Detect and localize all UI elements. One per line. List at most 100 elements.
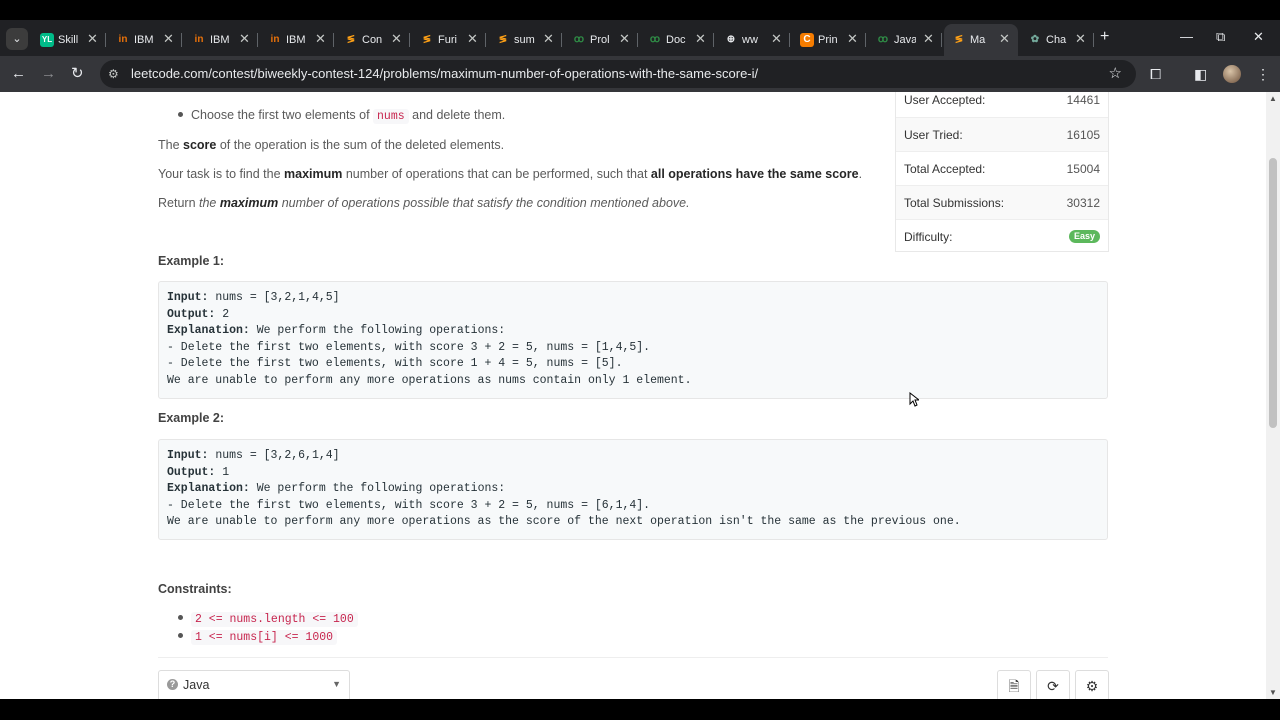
browser-tab[interactable]: ≶ Furi ✕ — [412, 24, 486, 56]
tab-title: Prin — [818, 34, 838, 46]
tab-close-icon[interactable]: ✕ — [847, 32, 858, 46]
browser-tab[interactable]: in IBM ✕ — [184, 24, 258, 56]
chevron-down-icon: ⌄ — [12, 33, 22, 45]
scroll-down-icon[interactable]: ▼ — [1269, 688, 1277, 697]
page-scrollbar[interactable]: ▲ ▼ — [1266, 92, 1280, 699]
tab-favicon-icon: ✿ — [1030, 34, 1040, 45]
task-paragraph: Your task is to find the maximum number … — [158, 167, 863, 181]
browser-tab[interactable]: ꝏ Prol ✕ — [564, 24, 638, 56]
stat-row-user-tried: User Tried: 16105 — [896, 117, 1108, 152]
tab-separator — [409, 33, 410, 47]
settings-icon: ⚙ — [1085, 678, 1099, 694]
tab-close-icon[interactable]: ✕ — [315, 32, 326, 46]
tab-separator — [181, 33, 182, 47]
maximize-button[interactable]: ⧉ — [1216, 28, 1225, 46]
example-1-input: Input: nums = [3,2,1,4,5] — [167, 291, 340, 304]
tab-close-icon[interactable]: ✕ — [543, 32, 554, 46]
file-button[interactable]: 🗎 — [997, 670, 1031, 699]
example-1-output: Output: 2 — [167, 308, 230, 321]
language-select[interactable]: ? Java ▼ — [158, 670, 350, 699]
tab-title: IBM — [210, 34, 230, 46]
tab-bar: ⌄ YL Skill ✕ in IBM ✕ in IBM ✕ in IBM ✕ ≶ Con ✕ ≶ Furi ✕ ≶… — [0, 20, 1280, 56]
tab-close-icon[interactable]: ✕ — [999, 32, 1010, 46]
inline-code-nums: nums — [373, 109, 409, 124]
tab-title: Furi — [438, 34, 457, 46]
arrow-left-icon: ← — [11, 65, 26, 82]
minimize-button[interactable]: — — [1180, 28, 1193, 46]
tab-favicon-icon: ≶ — [422, 34, 432, 45]
tab-title: Ma — [970, 34, 986, 46]
reload-button[interactable]: ↻ — [71, 65, 84, 83]
browser-tab[interactable]: ꝏ Java ✕ — [868, 24, 942, 56]
browser-tab[interactable]: ≶ Ma ✕ — [944, 24, 1018, 56]
browser-tab[interactable]: in IBM ✕ — [108, 24, 182, 56]
problem-stats-panel: User Accepted: 14461 User Tried: 16105 Tot… — [895, 92, 1109, 252]
constraint-item: 2 <= nums.length <= 100 — [191, 610, 358, 628]
example-1-explanation: Explanation: We perform the following op… — [167, 324, 506, 337]
tab-title: IBM — [134, 34, 154, 46]
browser-tab[interactable]: ⊕ ww ✕ — [716, 24, 790, 56]
more-menu-icon[interactable]: ⋮ — [1256, 65, 1270, 83]
tab-favicon-icon: YL — [40, 33, 54, 47]
profile-avatar[interactable] — [1223, 65, 1241, 83]
scroll-up-icon[interactable]: ▲ — [1269, 94, 1277, 103]
divider — [158, 657, 1108, 658]
tab-close-icon[interactable]: ✕ — [239, 32, 250, 46]
extensions-icon[interactable]: ⧠ — [1150, 65, 1161, 83]
tab-title: IBM — [286, 34, 306, 46]
tab-favicon-icon: in — [270, 34, 280, 45]
browser-tab[interactable]: ≶ sum ✕ — [488, 24, 562, 56]
tab-favicon-icon: C — [800, 33, 814, 47]
tab-title: Doc — [666, 34, 686, 46]
window-close-button[interactable]: ✕ — [1253, 28, 1264, 46]
tab-close-icon[interactable]: ✕ — [923, 32, 934, 46]
tab-favicon-icon: ꝏ — [877, 34, 889, 45]
new-tab-button[interactable]: + — [1100, 28, 1109, 46]
help-icon[interactable]: ? — [167, 679, 178, 690]
arrow-right-icon: → — [41, 65, 56, 82]
tab-close-icon[interactable]: ✕ — [695, 32, 706, 46]
reset-code-button[interactable]: ⟳ — [1036, 670, 1070, 699]
site-info-icon[interactable]: ⚙ — [108, 66, 119, 82]
browser-tab[interactable]: ≶ Con ✕ — [336, 24, 410, 56]
tab-separator — [865, 33, 866, 47]
tab-close-icon[interactable]: ✕ — [87, 32, 98, 46]
constraint-item: 1 <= nums[i] <= 1000 — [191, 628, 338, 646]
forward-button[interactable]: → — [41, 65, 56, 83]
browser-tab[interactable]: ꝏ Doc ✕ — [640, 24, 714, 56]
stat-row-user-accepted: User Accepted: 14461 — [904, 93, 1100, 107]
browser-toolbar: ← → ↻ ⚙ leetcode.com/contest/biweekly-co… — [0, 56, 1280, 92]
side-panel-icon[interactable]: ◧ — [1194, 65, 1207, 83]
tab-favicon-icon: in — [118, 34, 128, 45]
editor-settings-button[interactable]: ⚙ — [1075, 670, 1109, 699]
tab-close-icon[interactable]: ✕ — [467, 32, 478, 46]
tab-separator — [333, 33, 334, 47]
bookmark-star-icon[interactable]: ☆ — [1109, 65, 1122, 83]
scrollbar-thumb[interactable] — [1269, 158, 1277, 428]
url-text[interactable]: leetcode.com/contest/biweekly-contest-12… — [131, 66, 758, 82]
browser-tab[interactable]: ✿ Cha ✕ — [1020, 24, 1094, 56]
tab-close-icon[interactable]: ✕ — [1075, 32, 1086, 46]
example-2-block: Input: nums = [3,2,6,1,4] Output: 1 Expl… — [158, 439, 1108, 540]
tab-close-icon[interactable]: ✕ — [771, 32, 782, 46]
bullet-dot — [178, 615, 183, 620]
tab-title: Java — [894, 34, 916, 46]
tab-close-icon[interactable]: ✕ — [391, 32, 402, 46]
reset-icon: ⟳ — [1047, 678, 1059, 694]
tab-separator — [713, 33, 714, 47]
browser-tab[interactable]: YL Skill ✕ — [32, 24, 106, 56]
tab-title: ww — [742, 34, 758, 46]
tab-close-icon[interactable]: ✕ — [619, 32, 630, 46]
stat-row-total-accepted: Total Accepted: 15004 — [896, 151, 1108, 186]
tab-search-button[interactable]: ⌄ — [6, 28, 28, 50]
example-1-block: Input: nums = [3,2,1,4,5] Output: 2 Expl… — [158, 281, 1108, 399]
back-button[interactable]: ← — [11, 65, 26, 83]
difficulty-badge: Easy — [1068, 230, 1100, 243]
tab-title: Skill — [58, 34, 79, 46]
tab-close-icon[interactable]: ✕ — [163, 32, 174, 46]
browser-tab[interactable]: C Prin ✕ — [792, 24, 866, 56]
browser-tab[interactable]: in IBM ✕ — [260, 24, 334, 56]
tab-favicon-icon: in — [194, 34, 204, 45]
address-bar[interactable]: ⚙ leetcode.com/contest/biweekly-contest-… — [100, 60, 1136, 88]
tab-separator — [105, 33, 106, 47]
